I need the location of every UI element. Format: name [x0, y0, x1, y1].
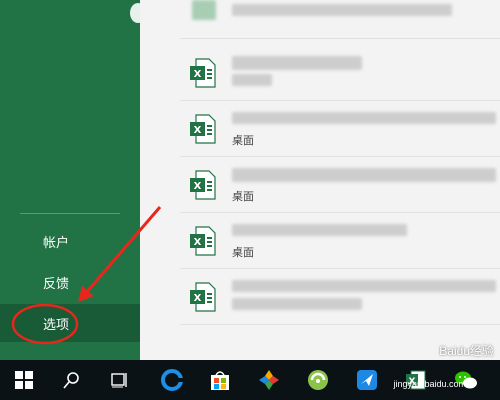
svg-text:X: X — [194, 181, 202, 192]
file-location: 桌面 — [232, 190, 254, 203]
recent-files-list: X X 桌面 X 桌面 X 桌面 X — [140, 0, 500, 360]
excel-file-icon: X — [190, 58, 216, 88]
sidebar-item-label: 反馈 — [43, 276, 70, 292]
sidebar-divider — [20, 213, 120, 214]
sidebar-item-options[interactable]: 选项 — [0, 304, 140, 342]
file-location: 桌面 — [232, 246, 254, 259]
windows-start-icon[interactable] — [2, 360, 46, 400]
svg-text:X: X — [194, 125, 202, 136]
task-view-icon[interactable] — [97, 360, 141, 400]
list-item[interactable]: X 桌面 — [180, 156, 500, 213]
excel-file-icon: X — [190, 282, 216, 312]
sidebar-item-account[interactable]: 帐户 — [0, 222, 140, 260]
green-app-icon[interactable] — [296, 360, 340, 400]
list-item[interactable]: X 桌面 — [180, 212, 500, 269]
sidebar-item-label: 选项 — [43, 317, 70, 333]
watermark-text: Baidu经验 — [439, 344, 494, 358]
edge-icon[interactable] — [150, 360, 194, 400]
svg-text:X: X — [194, 237, 202, 248]
backstage-sidebar: 帐户 反馈 选项 — [0, 0, 140, 360]
list-item[interactable] — [180, 0, 500, 39]
svg-text:X: X — [194, 69, 202, 80]
watermark-url: jingyan.baidu.com — [393, 379, 466, 389]
excel-file-icon: X — [190, 170, 216, 200]
excel-file-icon: X — [190, 226, 216, 256]
file-location: 桌面 — [232, 134, 254, 147]
svg-text:X: X — [194, 293, 202, 304]
blue-app-icon[interactable] — [345, 360, 389, 400]
store-icon[interactable] — [198, 360, 242, 400]
list-item[interactable]: X — [180, 44, 500, 101]
photos-icon[interactable] — [247, 360, 291, 400]
search-icon[interactable] — [50, 360, 94, 400]
excel-file-icon: X — [190, 114, 216, 144]
list-item[interactable]: X 桌面 — [180, 100, 500, 157]
sidebar-item-label: 帐户 — [43, 235, 70, 251]
sidebar-item-feedback[interactable]: 反馈 — [0, 263, 140, 301]
list-item[interactable]: X — [180, 268, 500, 325]
